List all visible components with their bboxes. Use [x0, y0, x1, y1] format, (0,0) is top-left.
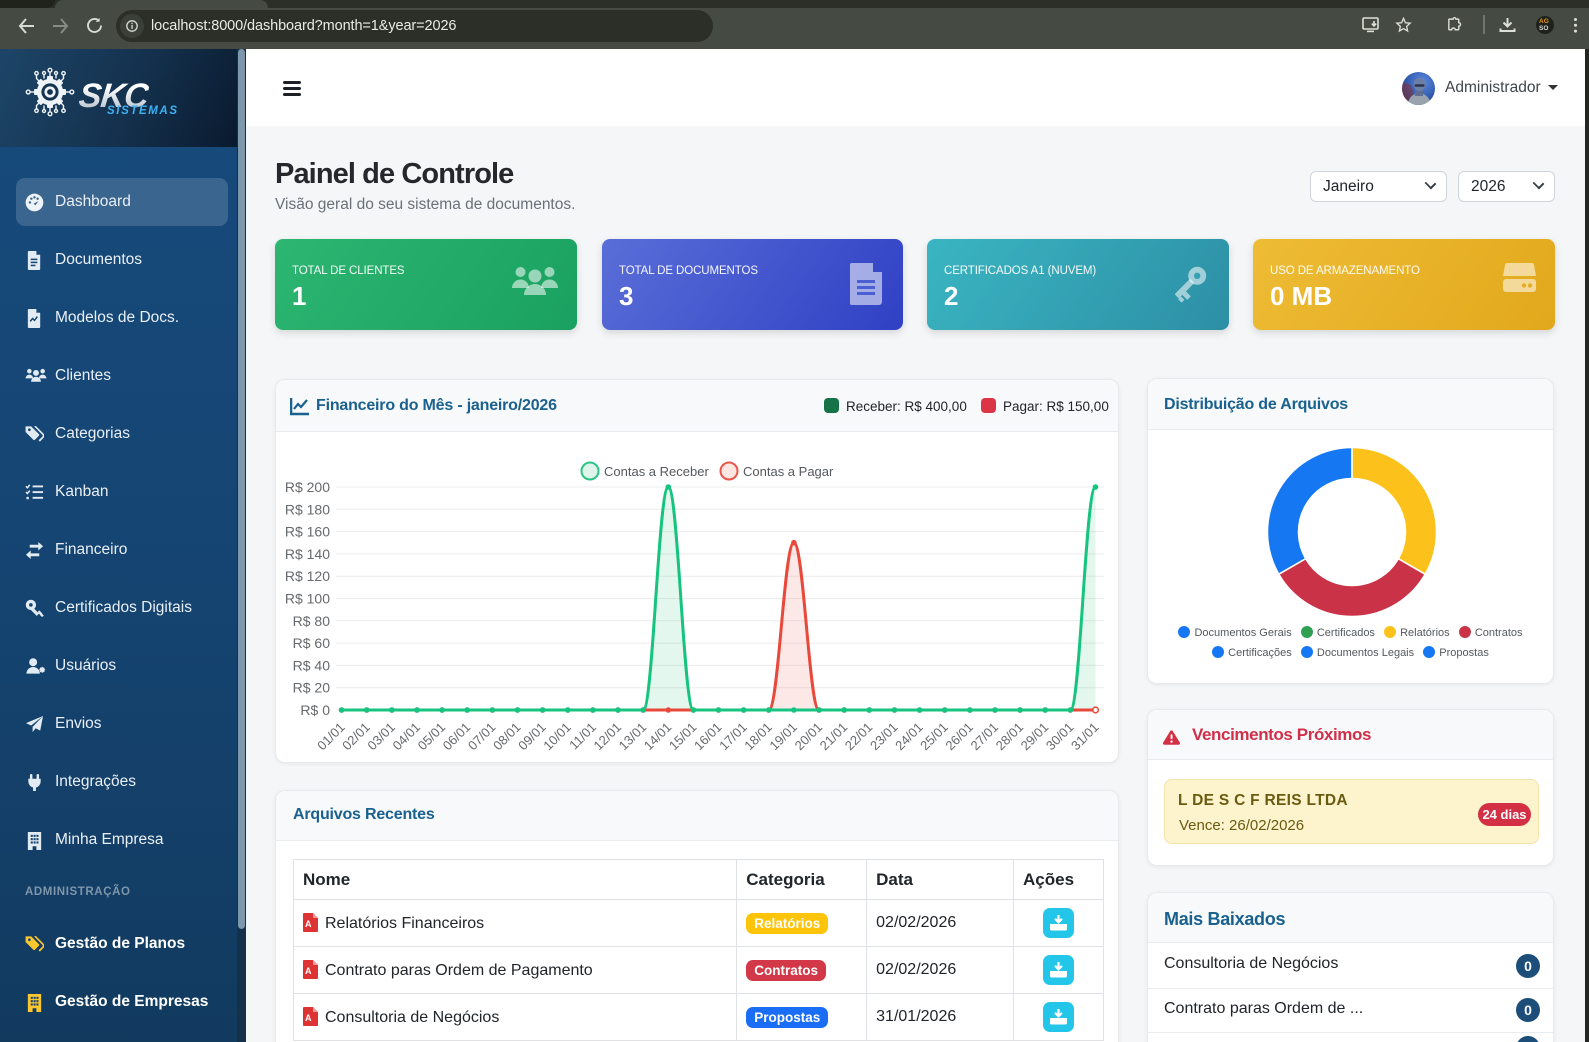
svg-text:Contas a Receber: Contas a Receber	[604, 464, 709, 479]
svg-text:03/01: 03/01	[364, 720, 398, 754]
svg-text:18/01: 18/01	[741, 720, 775, 754]
svg-text:R$ 100: R$ 100	[285, 591, 330, 607]
svg-text:29/01: 29/01	[1018, 720, 1052, 754]
svg-text:R$ 60: R$ 60	[293, 635, 331, 651]
svg-text:R$ 0: R$ 0	[300, 702, 330, 718]
svg-text:Contas a Pagar: Contas a Pagar	[743, 464, 834, 479]
svg-text:04/01: 04/01	[390, 720, 424, 754]
svg-text:01/01: 01/01	[314, 720, 348, 754]
svg-text:09/01: 09/01	[515, 720, 549, 754]
svg-text:R$ 160: R$ 160	[285, 524, 330, 540]
svg-text:R$ 200: R$ 200	[285, 479, 330, 495]
svg-text:11/01: 11/01	[566, 720, 599, 753]
svg-text:08/01: 08/01	[490, 720, 524, 754]
svg-text:07/01: 07/01	[465, 720, 499, 754]
svg-text:R$ 120: R$ 120	[285, 568, 330, 584]
svg-text:27/01: 27/01	[968, 720, 1002, 754]
svg-text:30/01: 30/01	[1043, 720, 1077, 754]
svg-text:05/01: 05/01	[415, 720, 449, 754]
svg-text:R$ 80: R$ 80	[293, 613, 331, 629]
svg-text:23/01: 23/01	[867, 720, 901, 754]
svg-text:26/01: 26/01	[942, 720, 976, 754]
svg-text:13/01: 13/01	[616, 720, 650, 754]
svg-text:06/01: 06/01	[440, 720, 474, 754]
svg-text:A: A	[305, 966, 312, 976]
svg-text:22/01: 22/01	[842, 720, 876, 754]
svg-text:10/01: 10/01	[540, 720, 574, 754]
svg-text:17/01: 17/01	[716, 720, 750, 754]
svg-text:19/01: 19/01	[766, 720, 800, 754]
svg-text:R$ 20: R$ 20	[293, 680, 331, 696]
svg-text:A: A	[305, 919, 312, 929]
svg-text:21/01: 21/01	[817, 720, 851, 754]
svg-text:12/01: 12/01	[591, 720, 625, 754]
svg-text:R$ 180: R$ 180	[285, 501, 330, 517]
svg-text:28/01: 28/01	[993, 720, 1027, 754]
svg-text:A: A	[305, 1013, 312, 1023]
svg-text:25/01: 25/01	[917, 720, 951, 754]
svg-text:02/01: 02/01	[339, 720, 373, 754]
svg-text:R$ 40: R$ 40	[293, 657, 331, 673]
svg-text:15/01: 15/01	[666, 720, 700, 754]
svg-text:16/01: 16/01	[691, 720, 725, 754]
svg-text:31/01: 31/01	[1068, 720, 1102, 754]
svg-text:20/01: 20/01	[792, 720, 826, 754]
svg-text:14/01: 14/01	[641, 720, 675, 754]
svg-text:24/01: 24/01	[892, 720, 926, 754]
svg-text:R$ 140: R$ 140	[285, 546, 330, 562]
